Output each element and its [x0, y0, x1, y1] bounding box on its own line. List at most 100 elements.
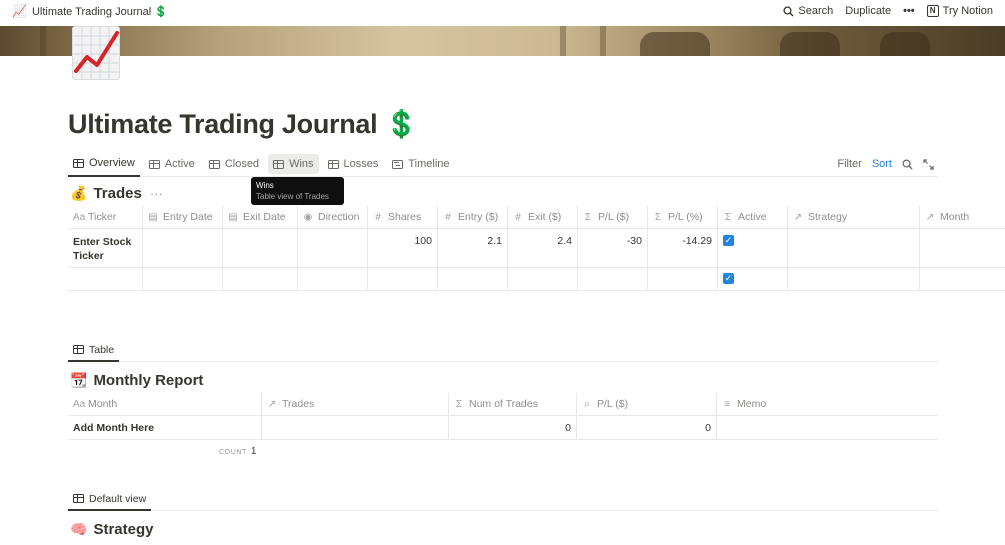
month-cell[interactable]: [920, 229, 1005, 267]
table-header-row: Aa Month ↗ Trades Σ Num of Trades ⌕ P/L ($) …: [68, 393, 938, 416]
shares-cell[interactable]: 100: [368, 229, 438, 267]
shares-cell[interactable]: [368, 268, 438, 290]
pl-cell: -30: [578, 229, 648, 267]
tab-overview[interactable]: Overview: [68, 152, 140, 177]
entry-cell[interactable]: 2.1: [438, 229, 508, 267]
column-header-pl[interactable]: ⌕ P/L ($): [577, 393, 717, 415]
search-button[interactable]: Search: [783, 5, 833, 17]
strategy-cell[interactable]: [788, 268, 920, 290]
trades-table: Aa Ticker ▤ Entry Date ▤ Exit Date ◉ Directi…: [68, 206, 1005, 291]
formula-icon: Σ: [455, 398, 463, 410]
tab-label: Default view: [89, 492, 147, 505]
tab-closed[interactable]: Closed: [204, 154, 264, 174]
column-header-entry[interactable]: # Entry ($): [438, 206, 508, 228]
table-row[interactable]: Add Month Here 0 0: [68, 416, 938, 440]
try-notion-button[interactable]: N Try Notion: [926, 5, 993, 17]
entry-date-cell[interactable]: [143, 229, 223, 267]
column-header-direction[interactable]: ◉ Direction: [298, 206, 368, 228]
tab-default-view[interactable]: Default view: [68, 489, 152, 511]
table-icon: [73, 494, 84, 503]
formula-icon: Σ: [584, 211, 592, 223]
expand-icon[interactable]: [923, 158, 934, 170]
direction-cell[interactable]: [298, 229, 368, 267]
number-icon: #: [375, 211, 381, 223]
tab-label: Active: [164, 158, 195, 170]
strategy-cell[interactable]: [788, 229, 920, 267]
breadcrumb[interactable]: 📈 Ultimate Trading Journal 💲: [12, 4, 168, 18]
search-icon[interactable]: [902, 158, 913, 170]
breadcrumb-title: Ultimate Trading Journal 💲: [31, 5, 168, 18]
tab-label: Timeline: [408, 158, 450, 170]
sort-button[interactable]: Sort: [872, 158, 892, 170]
exit-date-cell[interactable]: [223, 229, 298, 267]
memo-cell[interactable]: [717, 416, 938, 439]
column-header-exit[interactable]: # Exit ($): [508, 206, 578, 228]
column-header-ticker[interactable]: Aa Ticker: [68, 206, 143, 228]
checkbox-checked-icon: ✓: [723, 273, 734, 284]
monthly-view-tabs: Table: [68, 340, 938, 362]
tooltip-title: Wins: [256, 181, 274, 190]
count-summary[interactable]: COUNT 1: [219, 446, 256, 457]
notion-logo-icon: N: [926, 5, 939, 17]
column-header-exit-date[interactable]: ▤ Exit Date: [223, 206, 298, 228]
page-title[interactable]: Ultimate Trading Journal 💲: [68, 108, 418, 140]
ticker-cell[interactable]: [68, 268, 143, 290]
trades-heading[interactable]: 💰 Trades ···: [70, 185, 163, 202]
exit-cell[interactable]: [508, 268, 578, 290]
column-header-active[interactable]: Σ Active: [718, 206, 788, 228]
column-header-memo[interactable]: ≡ Memo: [717, 393, 938, 415]
column-header-trades[interactable]: ↗ Trades: [262, 393, 449, 415]
more-options-button[interactable]: •••: [903, 5, 915, 17]
duplicate-button[interactable]: Duplicate: [845, 5, 891, 17]
column-header-pl[interactable]: Σ P/L ($): [578, 206, 648, 228]
more-icon[interactable]: ···: [150, 186, 163, 201]
entry-date-cell[interactable]: [143, 268, 223, 290]
exit-date-cell[interactable]: [223, 268, 298, 290]
page-icon[interactable]: [72, 26, 120, 80]
count-value: 1: [250, 446, 257, 457]
relation-icon: ↗: [267, 398, 277, 410]
ticker-cell[interactable]: Enter Stock Ticker: [68, 229, 143, 267]
column-header-pl-pct[interactable]: Σ P/L (%): [648, 206, 718, 228]
pl-cell: 0: [577, 416, 717, 439]
filter-button[interactable]: Filter: [837, 158, 861, 170]
column-header-strategy[interactable]: ↗ Strategy: [788, 206, 920, 228]
calendar-icon: ▤: [228, 211, 238, 223]
column-header-entry-date[interactable]: ▤ Entry Date: [143, 206, 223, 228]
month-cell[interactable]: [920, 268, 1005, 290]
table-icon: [148, 159, 160, 169]
month-cell[interactable]: Add Month Here: [68, 416, 262, 439]
column-header-num-trades[interactable]: Σ Num of Trades: [449, 393, 577, 415]
relation-icon: ↗: [793, 211, 803, 223]
direction-cell[interactable]: [298, 268, 368, 290]
tab-wins[interactable]: Wins: [268, 154, 319, 174]
column-header-month[interactable]: Aa Month: [68, 393, 262, 415]
strategy-title: Strategy: [93, 521, 154, 538]
strategy-heading[interactable]: 🧠 Strategy: [70, 521, 153, 538]
monthly-report-heading[interactable]: 📆 Monthly Report: [70, 372, 203, 389]
table-row[interactable]: ✓: [68, 268, 1005, 291]
tooltip: Wins Table view of Trades: [251, 177, 344, 205]
column-header-month[interactable]: ↗ Month: [920, 206, 1005, 228]
entry-cell[interactable]: [438, 268, 508, 290]
pl-pct-cell: -14.29: [648, 229, 718, 267]
trades-cell[interactable]: [262, 416, 449, 439]
duplicate-label: Duplicate: [845, 5, 892, 17]
table-icon: [273, 159, 285, 169]
view-tabs: Overview Active Closed Wins Losses Timel…: [68, 152, 938, 177]
tab-losses[interactable]: Losses: [323, 154, 384, 174]
checkbox-checked-icon: ✓: [723, 235, 734, 246]
money-bag-icon: 💰: [70, 185, 88, 201]
chart-increasing-icon: 📈: [12, 4, 27, 18]
tab-label: Closed: [224, 158, 260, 170]
tab-timeline[interactable]: Timeline: [387, 154, 454, 174]
exit-cell[interactable]: 2.4: [508, 229, 578, 267]
count-label: COUNT: [219, 449, 247, 456]
tab-table[interactable]: Table: [68, 340, 120, 362]
column-header-shares[interactable]: # Shares: [368, 206, 438, 228]
text-icon: Aa: [73, 211, 86, 223]
tab-label: Overview: [89, 157, 135, 169]
table-row[interactable]: Enter Stock Ticker 100 2.1 2.4 -30 -14.2…: [68, 229, 1005, 268]
tab-active[interactable]: Active: [144, 154, 200, 174]
pl-pct-cell: [648, 268, 718, 290]
